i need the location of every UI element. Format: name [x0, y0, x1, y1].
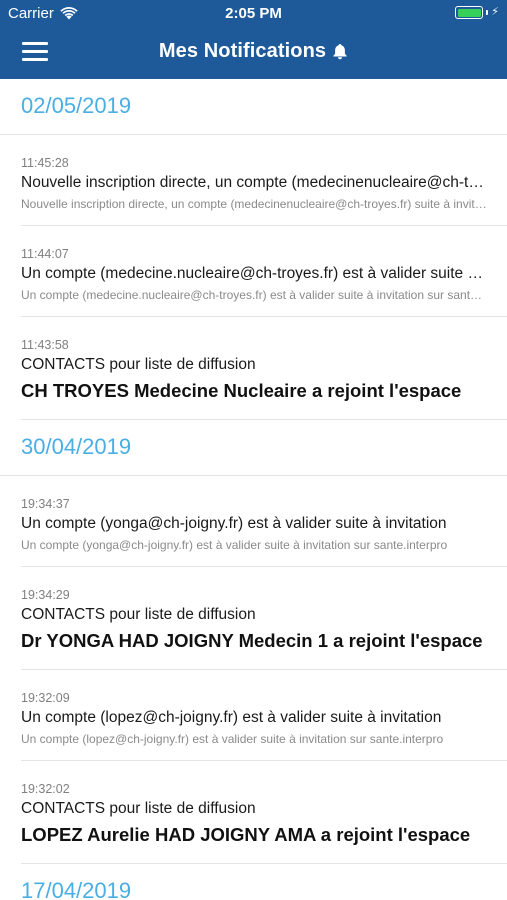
navigation-bar: Mes Notifications [0, 28, 507, 79]
battery-indicator: ⚡ [455, 6, 499, 19]
notification-headline: CH TROYES Medecine Nucleaire a rejoint l… [21, 380, 462, 401]
notification-subtitle: Un compte (yonga@ch-joigny.fr) est à val… [21, 538, 448, 552]
battery-icon [455, 6, 484, 19]
notification-title: Un compte (lopez@ch-joigny.fr) est à val… [21, 709, 442, 726]
notification-subtitle: Un compte (medecine.nucleaire@ch-troyes.… [21, 288, 487, 302]
notifications-screen: Carrier 2:05 PM ⚡ Mes Notifications 02/0… [0, 0, 507, 900]
notification-title: Un compte (yonga@ch-joigny.fr) est à val… [21, 515, 447, 532]
notification-item[interactable]: 11:44:07 Un compte (medecine.nucleaire@ch… [21, 226, 507, 317]
notification-title: Nouvelle inscription directe, un compte … [21, 174, 487, 191]
date-section-header: 30/04/2019 [0, 420, 507, 476]
notification-item[interactable]: 11:45:28 Nouvelle inscription directe, un… [21, 135, 507, 226]
notification-time: 19:34:37 [21, 497, 70, 511]
top-bar: Carrier 2:05 PM ⚡ Mes Notifications [0, 0, 507, 79]
notification-category: CONTACTS pour liste de diffusion [21, 800, 256, 817]
notification-headline: Dr YONGA HAD JOIGNY Medecin 1 a rejoint … [21, 630, 483, 651]
notification-item[interactable]: 19:32:02 CONTACTS pour liste de diffusion… [21, 761, 507, 864]
notification-time: 11:44:07 [21, 247, 69, 261]
date-label: 02/05/2019 [21, 92, 132, 118]
notification-time: 11:43:58 [21, 338, 69, 352]
notification-item[interactable]: 19:34:37 Un compte (yonga@ch-joigny.fr) e… [21, 476, 507, 567]
notification-category: CONTACTS pour liste de diffusion [21, 356, 256, 373]
bell-icon [332, 43, 348, 60]
notification-time: 11:45:28 [21, 156, 69, 170]
notification-subtitle: Nouvelle inscription directe, un compte … [21, 197, 487, 211]
notification-subtitle: Un compte (lopez@ch-joigny.fr) est à val… [21, 732, 444, 746]
date-section-header: 17/04/2019 [0, 864, 507, 900]
notification-title: Un compte (medecine.nucleaire@ch-troyes.… [21, 265, 487, 282]
page-title: Mes Notifications [0, 40, 507, 63]
status-bar: Carrier 2:05 PM ⚡ [0, 0, 507, 28]
status-time: 2:05 PM [225, 5, 282, 22]
notification-time: 19:32:09 [21, 691, 70, 705]
notification-time: 19:34:29 [21, 588, 70, 602]
notification-headline: LOPEZ Aurelie HAD JOIGNY AMA a rejoint l… [21, 824, 471, 845]
notification-list[interactable]: 02/05/2019 11:45:28 Nouvelle inscription d… [0, 79, 507, 900]
notification-item[interactable]: 19:32:09 Un compte (lopez@ch-joigny.fr) e… [21, 670, 507, 761]
charging-icon: ⚡ [491, 6, 499, 18]
notification-time: 19:32:02 [21, 782, 70, 796]
date-section-header: 02/05/2019 [0, 79, 507, 135]
battery-tip [486, 10, 489, 15]
notification-item[interactable]: 11:43:58 CONTACTS pour liste de diffusion… [21, 317, 507, 420]
notification-item[interactable]: 19:34:29 CONTACTS pour liste de diffusion… [21, 567, 507, 670]
date-label: 30/04/2019 [21, 433, 132, 459]
page-title-text: Mes Notifications [158, 40, 327, 62]
date-label: 17/04/2019 [21, 877, 132, 900]
notification-category: CONTACTS pour liste de diffusion [21, 606, 256, 623]
